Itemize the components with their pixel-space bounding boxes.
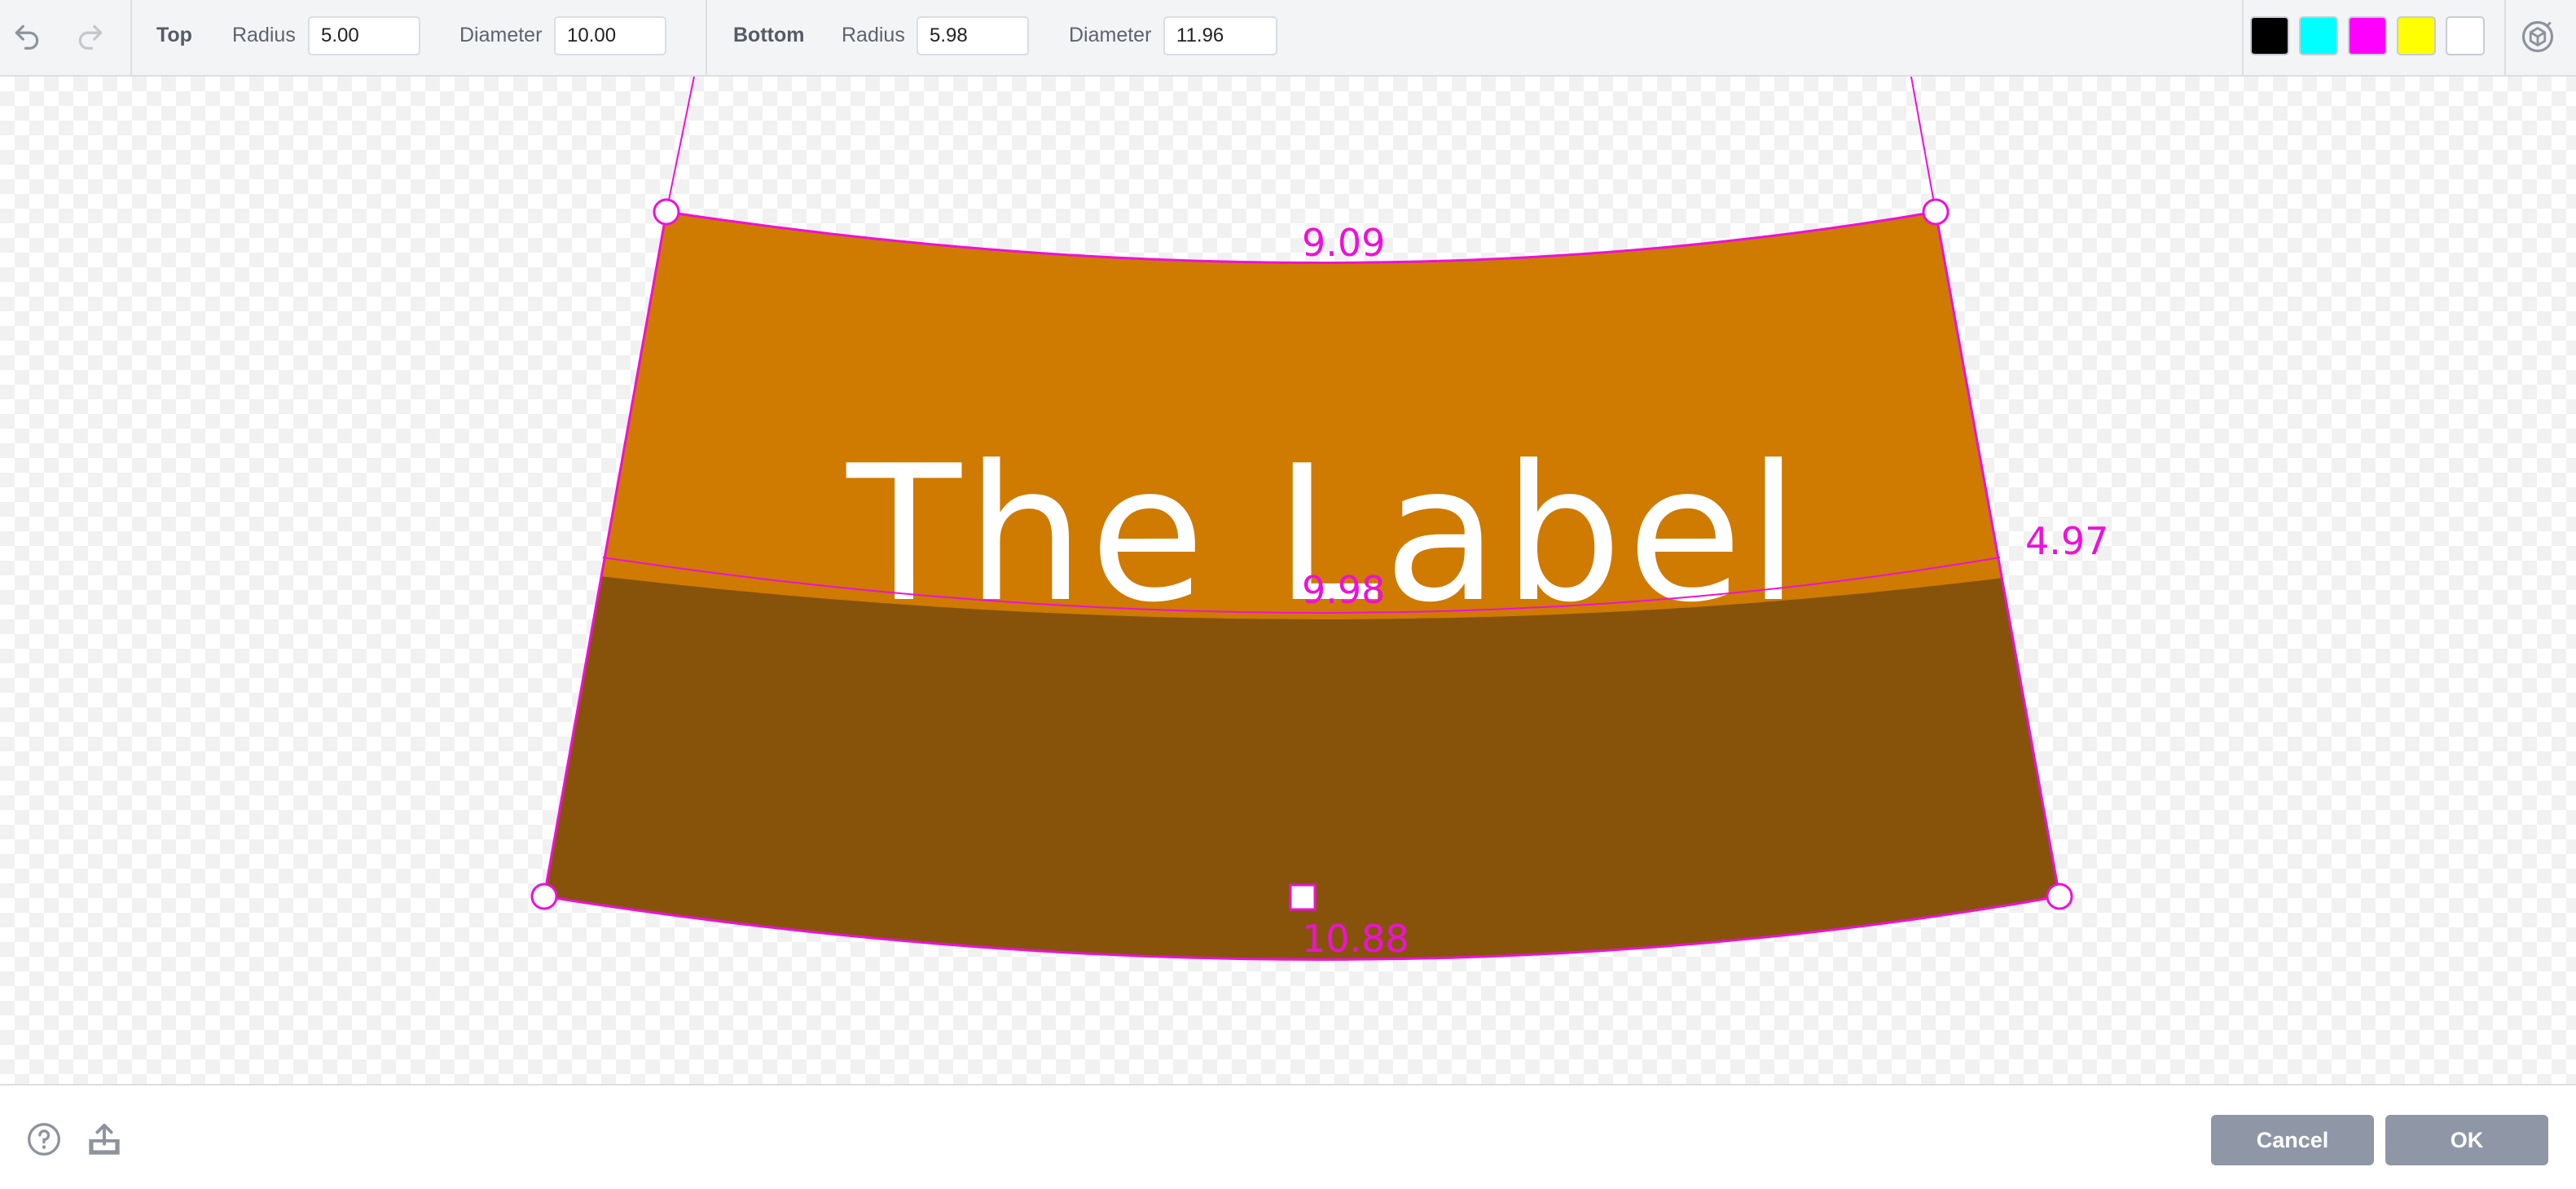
export-button[interactable] bbox=[83, 1118, 125, 1160]
handle-bottom-right[interactable] bbox=[2046, 883, 2073, 910]
toolbar-divider bbox=[2242, 0, 2244, 75]
handle-bottom-left[interactable] bbox=[530, 883, 558, 910]
editor-canvas[interactable]: The Label 9.09 9.98 4.97 10.88 bbox=[0, 77, 2576, 1084]
redo-button[interactable] bbox=[70, 16, 111, 57]
top-diameter-label: Diameter bbox=[459, 24, 543, 46]
cancel-button[interactable]: Cancel bbox=[2211, 1115, 2374, 1165]
top-radius-label: Radius bbox=[232, 24, 296, 46]
handle-top-right[interactable] bbox=[1922, 198, 1950, 226]
top-section-label: Top bbox=[156, 24, 192, 46]
footer: Cancel OK bbox=[0, 1084, 2576, 1189]
dimension-middle-width: 9.98 bbox=[1302, 568, 1385, 612]
dimension-side-height: 4.97 bbox=[2025, 519, 2108, 563]
toolbar-divider bbox=[2504, 0, 2506, 75]
toolbar: Top Radius Diameter Bottom Radius Diamet… bbox=[0, 0, 2576, 77]
swatch-magenta[interactable] bbox=[2348, 16, 2387, 55]
bottom-section-label: Bottom bbox=[733, 24, 805, 46]
help-icon bbox=[28, 1123, 60, 1156]
guide-line-right bbox=[1910, 77, 1936, 213]
toolbar-divider bbox=[130, 0, 132, 75]
guide-line-left bbox=[666, 77, 695, 213]
swatch-black[interactable] bbox=[2250, 16, 2289, 55]
label-preview: The Label 9.09 9.98 4.97 10.88 bbox=[530, 77, 2108, 961]
undo-button[interactable] bbox=[7, 16, 47, 57]
bottom-radius-input[interactable] bbox=[917, 16, 1029, 55]
handle-top-left[interactable] bbox=[653, 198, 680, 226]
top-diameter-input[interactable] bbox=[554, 16, 666, 55]
bottom-diameter-label: Diameter bbox=[1069, 24, 1152, 46]
dimension-top-width: 9.09 bbox=[1302, 221, 1385, 265]
3d-view-button[interactable] bbox=[2517, 16, 2558, 57]
help-button[interactable] bbox=[23, 1118, 65, 1160]
export-icon bbox=[89, 1123, 120, 1155]
redo-icon bbox=[78, 24, 103, 50]
ok-button[interactable]: OK bbox=[2385, 1115, 2548, 1165]
undo-icon bbox=[15, 24, 39, 50]
swatch-cyan[interactable] bbox=[2299, 16, 2338, 55]
top-radius-input[interactable] bbox=[308, 16, 420, 55]
bottom-radius-label: Radius bbox=[842, 24, 905, 46]
handle-bottom-center[interactable] bbox=[1289, 883, 1317, 911]
swatch-white[interactable] bbox=[2446, 16, 2485, 55]
dimension-bottom-width: 10.88 bbox=[1302, 917, 1409, 961]
3d-view-icon bbox=[2521, 20, 2554, 53]
bottom-diameter-input[interactable] bbox=[1163, 16, 1277, 55]
swatch-yellow[interactable] bbox=[2397, 16, 2436, 55]
toolbar-divider bbox=[706, 0, 707, 75]
